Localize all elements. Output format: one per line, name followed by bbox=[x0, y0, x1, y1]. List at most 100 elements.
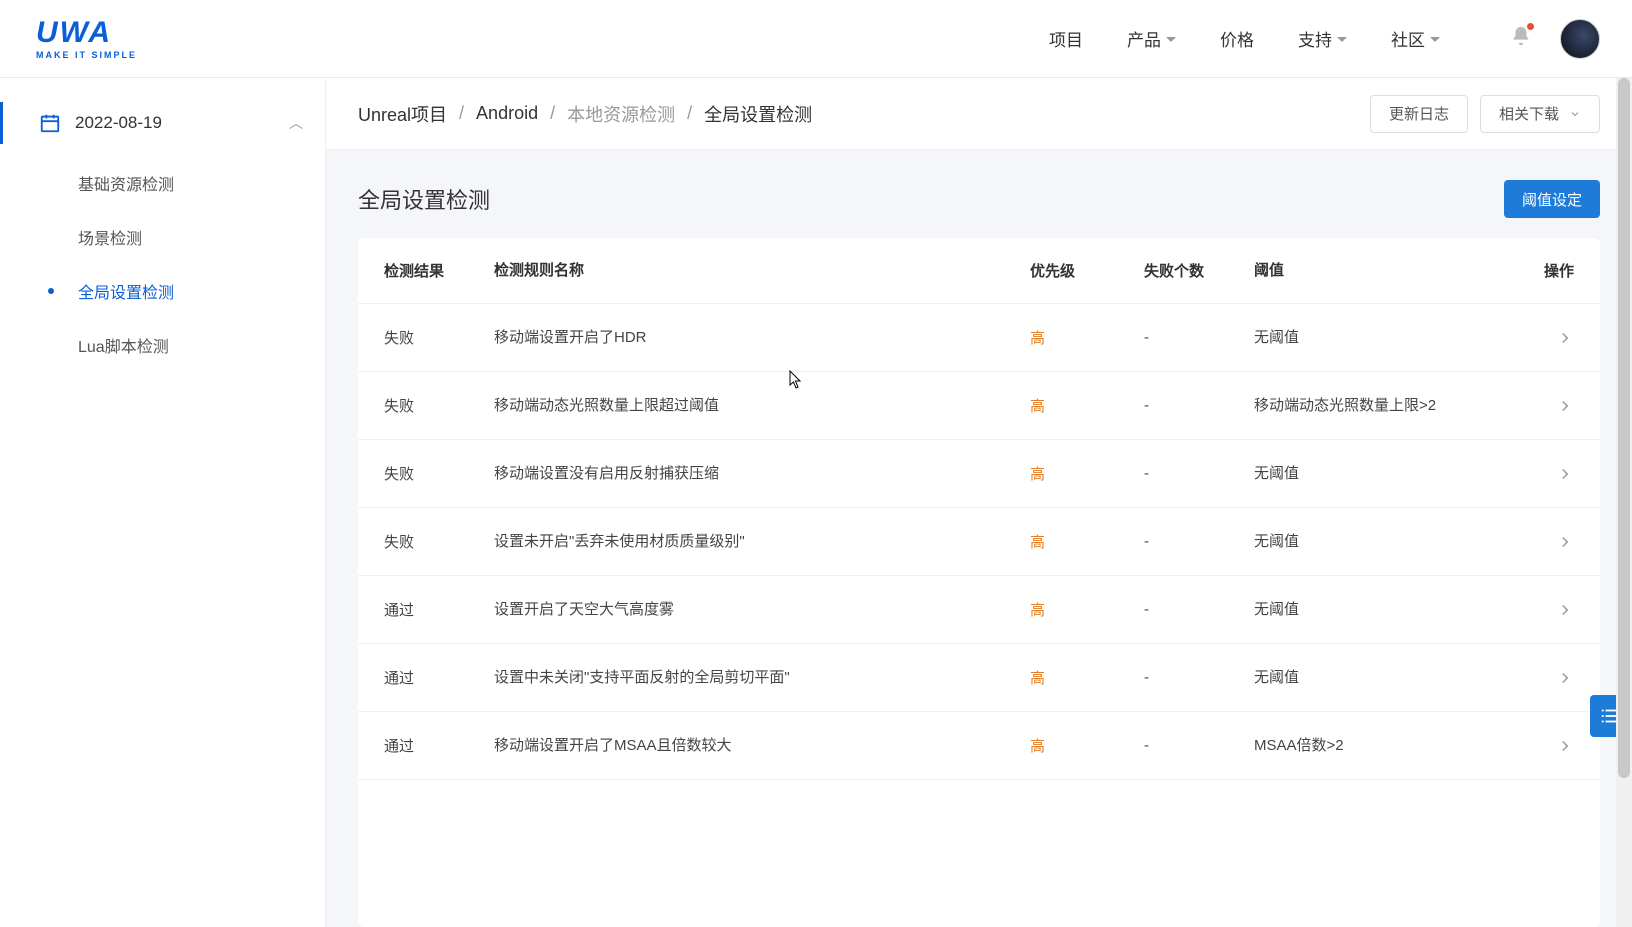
cell-fail-count: - bbox=[1144, 737, 1254, 754]
cell-priority: 高 bbox=[1030, 327, 1144, 348]
cell-fail-count: - bbox=[1144, 397, 1254, 414]
table-row[interactable]: 通过设置开启了天空大气高度雾高-无阈值 bbox=[358, 576, 1600, 644]
sidebar: 2022-08-19 ︿ 基础资源检测场景检测全局设置检测Lua脚本检测 bbox=[0, 78, 326, 927]
table-row[interactable]: 失败设置未开启"丢弃未使用材质质量级别"高-无阈值 bbox=[358, 508, 1600, 576]
col-header-rule: 检测规则名称 bbox=[494, 259, 1030, 283]
cell-operation[interactable] bbox=[1504, 669, 1574, 687]
cell-rule: 设置开启了天空大气高度雾 bbox=[494, 598, 1030, 622]
col-header-result: 检测结果 bbox=[384, 260, 494, 281]
cell-fail-count: - bbox=[1144, 465, 1254, 482]
chevron-down-icon bbox=[1337, 37, 1347, 42]
cell-result: 通过 bbox=[384, 599, 494, 620]
download-button[interactable]: 相关下载 bbox=[1480, 95, 1600, 133]
cell-operation[interactable] bbox=[1504, 329, 1574, 347]
notifications-icon[interactable] bbox=[1510, 25, 1532, 52]
cell-threshold: 无阈值 bbox=[1254, 530, 1504, 554]
col-header-threshold: 阈值 bbox=[1254, 259, 1504, 283]
breadcrumb-bar: Unreal项目 / Android / 本地资源检测 / 全局设置检测 更新日… bbox=[326, 78, 1632, 150]
chevron-right-icon bbox=[1556, 329, 1574, 347]
breadcrumb-item[interactable]: 本地资源检测 bbox=[567, 101, 675, 127]
download-label: 相关下载 bbox=[1499, 103, 1559, 124]
chevron-down-icon bbox=[1166, 37, 1176, 42]
cell-rule: 移动端设置开启了HDR bbox=[494, 326, 1030, 350]
table-row[interactable]: 失败移动端设置开启了HDR高-无阈值 bbox=[358, 304, 1600, 372]
cell-operation[interactable] bbox=[1504, 737, 1574, 755]
sidebar-date-selector[interactable]: 2022-08-19 ︿ bbox=[0, 102, 325, 144]
nav-item-label: 项目 bbox=[1049, 26, 1083, 51]
calendar-icon bbox=[39, 112, 61, 134]
cell-priority: 高 bbox=[1030, 395, 1144, 416]
sidebar-item-3[interactable]: Lua脚本检测 bbox=[0, 318, 325, 372]
table-row[interactable]: 失败移动端动态光照数量上限超过阈值高-移动端动态光照数量上限>2 bbox=[358, 372, 1600, 440]
nav-item-0[interactable]: 项目 bbox=[1049, 26, 1083, 51]
notification-badge bbox=[1527, 23, 1534, 30]
breadcrumb-separator: / bbox=[687, 103, 692, 124]
update-log-label: 更新日志 bbox=[1389, 103, 1449, 124]
table-row[interactable]: 失败移动端设置没有启用反射捕获压缩高-无阈值 bbox=[358, 440, 1600, 508]
breadcrumb-item-current: 全局设置检测 bbox=[704, 101, 812, 127]
cell-threshold: MSAA倍数>2 bbox=[1254, 734, 1504, 758]
cell-rule: 移动端设置没有启用反射捕获压缩 bbox=[494, 462, 1030, 486]
breadcrumb-item[interactable]: Unreal项目 bbox=[358, 101, 447, 127]
update-log-button[interactable]: 更新日志 bbox=[1370, 95, 1468, 133]
cell-operation[interactable] bbox=[1504, 397, 1574, 415]
nav-item-4[interactable]: 社区 bbox=[1391, 26, 1440, 51]
logo-main-text: UWA bbox=[36, 18, 112, 48]
cell-rule: 移动端动态光照数量上限超过阈值 bbox=[494, 394, 1030, 418]
page-scrollbar[interactable] bbox=[1616, 78, 1632, 927]
nav-item-1[interactable]: 产品 bbox=[1127, 26, 1176, 51]
cell-threshold: 无阈值 bbox=[1254, 666, 1504, 690]
cell-fail-count: - bbox=[1144, 329, 1254, 346]
user-avatar[interactable] bbox=[1560, 19, 1600, 59]
cell-operation[interactable] bbox=[1504, 465, 1574, 483]
cell-priority: 高 bbox=[1030, 463, 1144, 484]
cell-fail-count: - bbox=[1144, 601, 1254, 618]
cell-fail-count: - bbox=[1144, 669, 1254, 686]
cell-operation[interactable] bbox=[1504, 533, 1574, 551]
cell-result: 通过 bbox=[384, 667, 494, 688]
sidebar-item-0[interactable]: 基础资源检测 bbox=[0, 156, 325, 210]
chevron-down-icon bbox=[1430, 37, 1440, 42]
nav-item-label: 产品 bbox=[1127, 26, 1161, 51]
cell-result: 失败 bbox=[384, 531, 494, 552]
threshold-settings-button[interactable]: 阈值设定 bbox=[1504, 180, 1600, 218]
cell-priority: 高 bbox=[1030, 667, 1144, 688]
cell-rule: 设置未开启"丢弃未使用材质质量级别" bbox=[494, 530, 1030, 554]
sidebar-item-1[interactable]: 场景检测 bbox=[0, 210, 325, 264]
chevron-right-icon bbox=[1556, 669, 1574, 687]
table-row[interactable]: 通过设置中未关闭"支持平面反射的全局剪切平面"高-无阈值 bbox=[358, 644, 1600, 712]
scrollbar-thumb[interactable] bbox=[1618, 78, 1630, 778]
top-navigation: UWA MAKE IT SIMPLE 项目 产品 价格 支持 社区 bbox=[0, 0, 1632, 78]
col-header-operation: 操作 bbox=[1504, 260, 1574, 281]
cell-priority: 高 bbox=[1030, 599, 1144, 620]
breadcrumb-item[interactable]: Android bbox=[476, 103, 538, 124]
cell-fail-count: - bbox=[1144, 533, 1254, 550]
cell-operation[interactable] bbox=[1504, 601, 1574, 619]
sidebar-item-2[interactable]: 全局设置检测 bbox=[0, 264, 325, 318]
cell-result: 失败 bbox=[384, 395, 494, 416]
nav-item-3[interactable]: 支持 bbox=[1298, 26, 1347, 51]
table-header-row: 检测结果 检测规则名称 优先级 失败个数 阈值 操作 bbox=[358, 238, 1600, 304]
nav-item-label: 社区 bbox=[1391, 26, 1425, 51]
cell-priority: 高 bbox=[1030, 531, 1144, 552]
main-content: Unreal项目 / Android / 本地资源检测 / 全局设置检测 更新日… bbox=[326, 78, 1632, 927]
cell-result: 通过 bbox=[384, 735, 494, 756]
table-row[interactable]: 通过移动端设置开启了MSAA且倍数较大高-MSAA倍数>2 bbox=[358, 712, 1600, 780]
sidebar-date-text: 2022-08-19 bbox=[75, 113, 162, 133]
section-title: 全局设置检测 bbox=[358, 183, 490, 215]
cell-rule: 移动端设置开启了MSAA且倍数较大 bbox=[494, 734, 1030, 758]
table-body[interactable]: 失败移动端设置开启了HDR高-无阈值失败移动端动态光照数量上限超过阈值高-移动端… bbox=[358, 304, 1600, 927]
nav-item-label: 支持 bbox=[1298, 26, 1332, 51]
chevron-right-icon bbox=[1556, 533, 1574, 551]
nav-item-2[interactable]: 价格 bbox=[1220, 26, 1254, 51]
cell-threshold: 无阈值 bbox=[1254, 462, 1504, 486]
results-table: 检测结果 检测规则名称 优先级 失败个数 阈值 操作 失败移动端设置开启了HDR… bbox=[358, 238, 1600, 927]
cell-result: 失败 bbox=[384, 463, 494, 484]
cell-rule: 设置中未关闭"支持平面反射的全局剪切平面" bbox=[494, 666, 1030, 690]
cell-result: 失败 bbox=[384, 327, 494, 348]
col-header-priority: 优先级 bbox=[1030, 260, 1144, 281]
chevron-right-icon bbox=[1556, 601, 1574, 619]
logo[interactable]: UWA MAKE IT SIMPLE bbox=[36, 18, 137, 60]
chevron-down-icon bbox=[1569, 108, 1581, 120]
chevron-right-icon bbox=[1556, 737, 1574, 755]
